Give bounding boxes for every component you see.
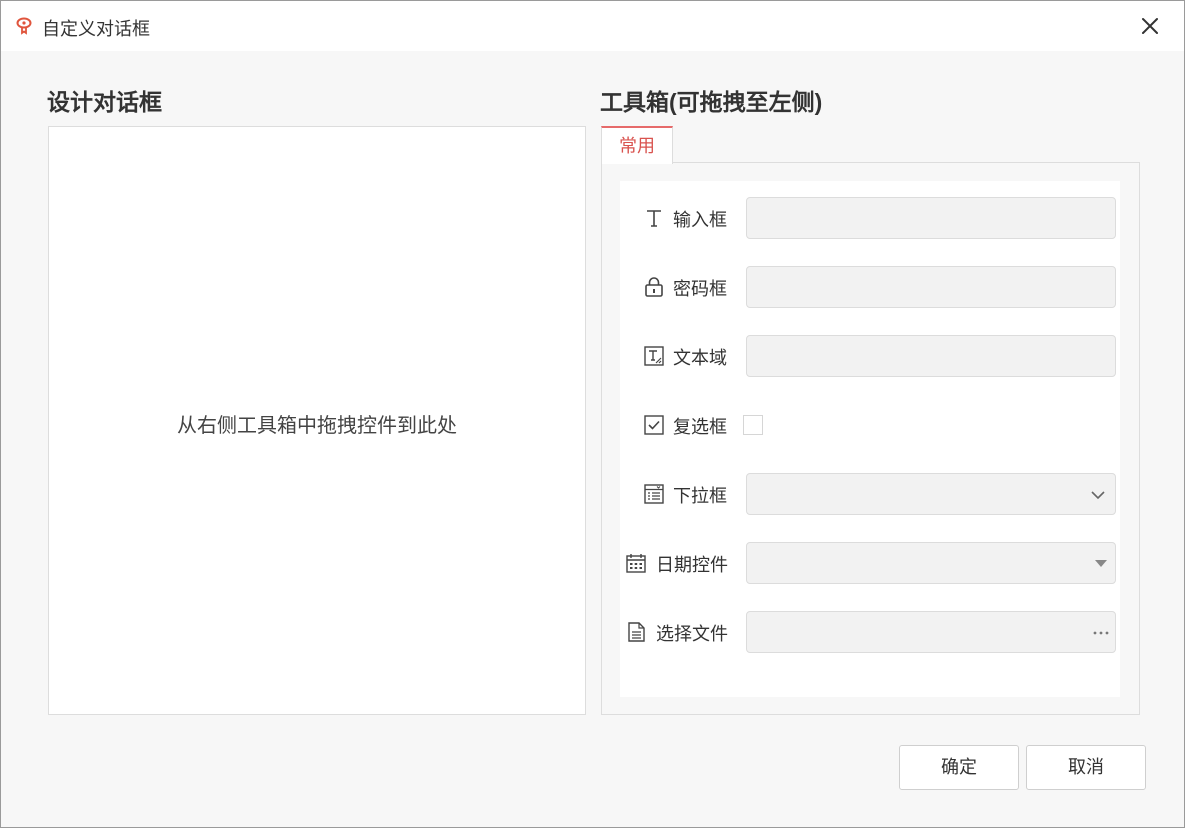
file-icon	[628, 622, 645, 642]
calendar-icon	[626, 554, 646, 573]
tool-label: 下拉框	[673, 486, 727, 506]
dropdown-list-icon	[644, 484, 664, 504]
tool-label: 复选框	[673, 417, 727, 437]
textarea-icon	[644, 346, 664, 366]
tool-date-picker[interactable]: 日期控件	[620, 542, 1120, 584]
textarea-preview	[746, 335, 1116, 377]
tool-label: 密码框	[673, 279, 727, 299]
tool-textarea[interactable]: 文本域	[620, 335, 1120, 377]
tool-label: 文本域	[673, 348, 727, 368]
tool-checkbox[interactable]: 复选框	[620, 404, 1120, 446]
dropdown-preview	[746, 473, 1116, 515]
text-input-preview	[746, 197, 1116, 239]
toolbox-list: 输入框 密码框 文本域 复选框 下拉框 日期控件 选择文件	[620, 181, 1120, 697]
lock-icon	[645, 277, 663, 297]
tool-file-select[interactable]: 选择文件	[620, 611, 1120, 653]
cancel-button[interactable]: 取消	[1026, 745, 1146, 790]
ellipsis-icon	[1093, 631, 1109, 635]
window-title: 自定义对话框	[42, 19, 150, 39]
tool-label: 日期控件	[656, 555, 728, 575]
toolbox-panel: 输入框 密码框 文本域 复选框 下拉框 日期控件 选择文件	[601, 162, 1140, 715]
tool-password-input[interactable]: 密码框	[620, 266, 1120, 308]
text-T-icon	[647, 210, 661, 227]
drop-hint-text: 从右侧工具箱中拖拽控件到此处	[177, 415, 457, 437]
file-select-preview	[746, 611, 1116, 653]
tool-label: 输入框	[673, 210, 727, 230]
design-drop-area[interactable]: 从右侧工具箱中拖拽控件到此处	[48, 126, 586, 715]
tool-text-input[interactable]: 输入框	[620, 197, 1120, 239]
custom-dialog-window: 自定义对话框 设计对话框 从右侧工具箱中拖拽控件到此处 工具箱(可拖拽至左侧) …	[0, 0, 1185, 828]
app-logo-icon	[16, 17, 32, 35]
checkbox-preview	[743, 415, 763, 435]
tool-label: 选择文件	[656, 624, 728, 644]
tool-dropdown[interactable]: 下拉框	[620, 473, 1120, 515]
toolbox-section-title: 工具箱(可拖拽至左侧)	[600, 89, 823, 115]
chevron-down-icon	[1091, 491, 1105, 500]
design-section-title: 设计对话框	[47, 89, 162, 115]
title-bar: 自定义对话框	[1, 1, 1184, 51]
close-icon[interactable]	[1138, 14, 1162, 38]
tab-common[interactable]: 常用	[601, 126, 673, 164]
password-input-preview	[746, 266, 1116, 308]
ok-button[interactable]: 确定	[899, 745, 1019, 790]
checkbox-icon	[644, 415, 664, 435]
date-picker-preview	[746, 542, 1116, 584]
caret-down-icon	[1095, 560, 1107, 567]
